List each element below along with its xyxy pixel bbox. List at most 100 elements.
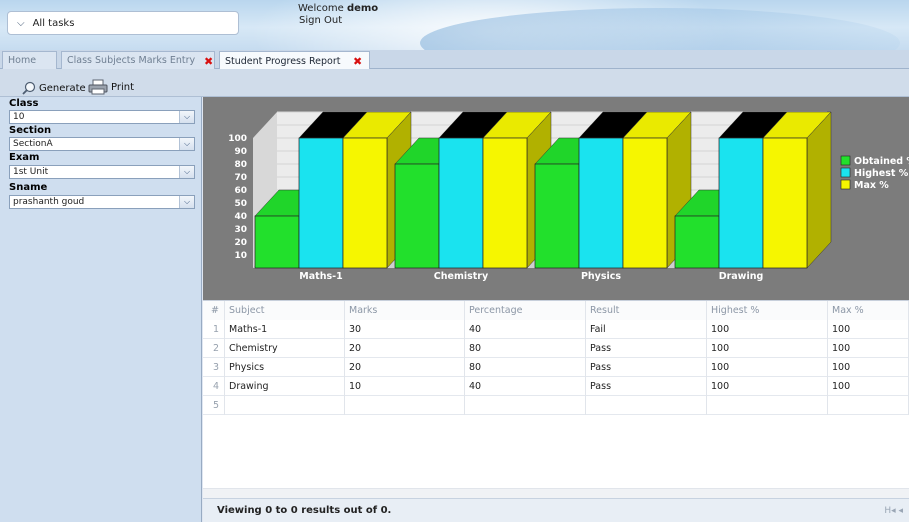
table-cell: Fail (586, 320, 707, 339)
y-tick-label: 30 (234, 225, 247, 235)
legend-swatch (840, 179, 851, 190)
table-cell: 20 (345, 339, 465, 358)
bar-chart-svg: 10 20 30 40 50 60 70 80 90 100 Maths-1 Chemistry Phy… (228, 111, 909, 282)
y-tick-label: 70 (234, 173, 247, 183)
table-row[interactable]: 4 Drawing 10 40 Pass 100 100 (203, 377, 909, 396)
all-tasks-label: All tasks (32, 17, 75, 29)
print-label: Print (111, 81, 135, 93)
bar-max-drawing (762, 137, 808, 269)
tab-label: Class Subjects Marks Entry (67, 55, 196, 66)
table-row[interactable]: 1 Maths-1 30 40 Fail 100 100 (203, 320, 909, 339)
bar-obtained-chemistry (394, 163, 440, 269)
table-cell (828, 396, 909, 415)
table-cell: Chemistry (225, 339, 345, 358)
column-header[interactable]: Percentage (465, 301, 586, 320)
bar-obtained-drawing (674, 215, 720, 269)
chevron-down-icon[interactable]: ⌵ (179, 111, 194, 123)
table-cell: 40 (465, 377, 586, 396)
table-cell: Pass (586, 339, 707, 358)
bar-max-physics (622, 137, 668, 269)
class-select[interactable]: 10 ⌵ (9, 110, 195, 124)
column-header[interactable]: Marks (345, 301, 465, 320)
table-cell: 5 (203, 396, 225, 415)
bar-highest-chemistry (438, 137, 484, 269)
bar-highest-maths-1 (298, 137, 344, 269)
table-cell (586, 396, 707, 415)
bar-side (806, 111, 832, 269)
table-cell: Maths-1 (225, 320, 345, 339)
magnifier-icon (22, 81, 36, 95)
filter-panel: Class 10 ⌵ Section SectionA ⌵ Exam 1st U… (0, 97, 202, 522)
close-icon[interactable]: ✖ (204, 56, 213, 67)
pager-first-icon[interactable]: H◂ ◂ (884, 499, 903, 522)
chevron-down-icon[interactable]: ⌵ (179, 166, 194, 178)
tab-student-progress-report[interactable]: Student Progress Report ✖ (219, 51, 370, 70)
table-cell: 100 (707, 320, 828, 339)
legend-swatch (840, 155, 851, 166)
table-cell: 100 (707, 358, 828, 377)
tab-label: Home (8, 55, 37, 66)
horizontal-scrollbar[interactable] (203, 488, 909, 498)
y-tick-label: 80 (234, 160, 247, 170)
table-row[interactable]: 2 Chemistry 20 80 Pass 100 100 (203, 339, 909, 358)
x-category-label: Physics (581, 271, 621, 282)
table-cell: 100 (828, 320, 909, 339)
welcome-prefix: Welcome (298, 3, 344, 14)
table-cell: 10 (345, 377, 465, 396)
table-header-row: # Subject Marks Percentage Result Highest % Ma… (203, 301, 909, 320)
bar-obtained-physics (534, 163, 580, 269)
column-header[interactable]: Result (586, 301, 707, 320)
exam-value: 1st Unit (13, 167, 49, 177)
sname-select[interactable]: prashanth goud ⌵ (9, 195, 195, 209)
app-header: ⌵ All tasks Welcome demo Sign Out (0, 0, 909, 50)
tab-class-subjects-marks-entry[interactable]: Class Subjects Marks Entry ✖ (61, 51, 215, 69)
y-tick-label: 40 (234, 212, 247, 222)
table-cell: 80 (465, 339, 586, 358)
legend-swatch (840, 167, 851, 178)
column-header[interactable]: Highest % (707, 301, 828, 320)
chevron-down-icon[interactable]: ⌵ (179, 196, 194, 208)
table-row[interactable]: 3 Physics 20 80 Pass 100 100 (203, 358, 909, 377)
section-select[interactable]: SectionA ⌵ (9, 137, 195, 151)
chevron-down-icon[interactable]: ⌵ (179, 138, 194, 150)
y-tick-label: 20 (234, 238, 247, 248)
table-cell: 40 (465, 320, 586, 339)
close-icon[interactable]: ✖ (353, 56, 362, 67)
section-value: SectionA (13, 139, 53, 149)
column-header[interactable]: # (203, 301, 225, 320)
section-label: Section (9, 125, 52, 136)
y-tick-label: 50 (234, 199, 247, 209)
username: demo (346, 3, 379, 14)
sname-value: prashanth goud (13, 197, 85, 207)
table-cell (345, 396, 465, 415)
table-cell: 100 (828, 358, 909, 377)
results-grid: # Subject Marks Percentage Result Highest % Ma… (203, 300, 909, 522)
print-button[interactable]: Print (88, 79, 134, 95)
table-cell: Pass (586, 377, 707, 396)
x-category-label: Chemistry (434, 271, 489, 282)
bar-highest-physics (578, 137, 624, 269)
exam-select[interactable]: 1st Unit ⌵ (9, 165, 195, 179)
table-cell: 100 (707, 377, 828, 396)
sign-out-link[interactable]: Sign Out (299, 15, 342, 26)
tab-home[interactable]: Home (2, 51, 57, 69)
all-tasks-menu[interactable]: ⌵ All tasks (7, 11, 239, 35)
table-row[interactable]: 5 (203, 396, 909, 415)
column-header[interactable]: Subject (225, 301, 345, 320)
x-category-label: Drawing (719, 271, 764, 282)
generate-button[interactable]: Generate (22, 81, 86, 95)
table-cell: 4 (203, 377, 225, 396)
table-cell: Physics (225, 358, 345, 377)
exam-label: Exam (9, 152, 40, 163)
table-cell: 3 (203, 358, 225, 377)
table-cell: Pass (586, 358, 707, 377)
legend-label: Max % (854, 180, 889, 191)
bar-highest-drawing (718, 137, 764, 269)
bar-obtained-maths-1 (254, 215, 300, 269)
column-header[interactable]: Max % (828, 301, 909, 320)
class-value: 10 (13, 112, 25, 122)
grid-footer: Viewing 0 to 0 results out of 0. H◂ ◂ (203, 498, 909, 522)
legend-label: Highest % (854, 168, 909, 179)
table-cell: 30 (345, 320, 465, 339)
x-category-label: Maths-1 (299, 271, 342, 282)
